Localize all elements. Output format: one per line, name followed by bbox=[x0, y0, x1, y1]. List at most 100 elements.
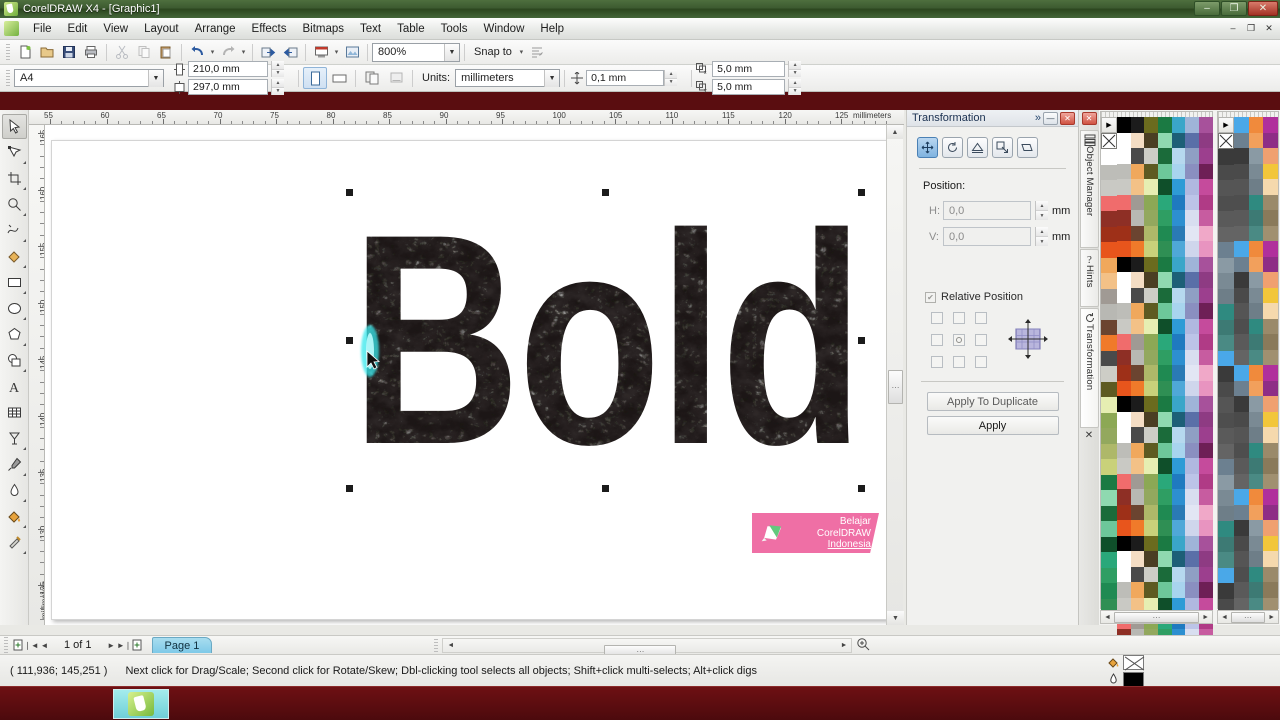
outline-tool[interactable] bbox=[2, 478, 27, 503]
crop-tool-flyout-icon[interactable] bbox=[22, 187, 26, 190]
color-swatch[interactable] bbox=[1158, 349, 1172, 365]
scale-mirror-mode-button[interactable] bbox=[967, 137, 988, 158]
color-swatch[interactable] bbox=[1234, 489, 1249, 505]
color-swatch[interactable] bbox=[1144, 411, 1159, 427]
docker-close-button[interactable]: ✕ bbox=[1060, 111, 1075, 125]
color-swatch[interactable] bbox=[1144, 334, 1159, 350]
color-swatch[interactable] bbox=[1234, 287, 1249, 303]
first-page-button[interactable]: ❘◄ bbox=[24, 638, 39, 653]
color-swatch[interactable] bbox=[1144, 489, 1159, 505]
anchor-bottom-center[interactable] bbox=[953, 356, 965, 368]
color-swatch[interactable] bbox=[1248, 349, 1264, 365]
color-swatch[interactable] bbox=[1199, 365, 1213, 381]
color-swatch[interactable] bbox=[1130, 380, 1145, 396]
color-swatch[interactable] bbox=[1263, 504, 1278, 520]
color-swatch[interactable] bbox=[1248, 582, 1264, 598]
color-swatch[interactable] bbox=[1199, 504, 1213, 520]
color-swatch[interactable] bbox=[1248, 117, 1264, 133]
color-swatch[interactable] bbox=[1101, 242, 1117, 258]
color-swatch[interactable] bbox=[1199, 396, 1213, 412]
color-swatch[interactable] bbox=[1130, 256, 1145, 272]
color-swatch[interactable] bbox=[1218, 552, 1234, 568]
color-swatch[interactable] bbox=[1101, 257, 1117, 273]
color-swatch[interactable] bbox=[1144, 551, 1159, 567]
mdi-minimize-button[interactable]: – bbox=[1225, 21, 1241, 35]
handle-sw[interactable] bbox=[346, 485, 353, 492]
color-swatch[interactable] bbox=[1199, 380, 1213, 396]
color-swatch[interactable] bbox=[1117, 504, 1131, 520]
color-swatch[interactable] bbox=[1263, 473, 1278, 489]
color-swatch[interactable] bbox=[1130, 132, 1145, 148]
color-swatch[interactable] bbox=[1158, 396, 1172, 412]
color-swatch[interactable] bbox=[1185, 132, 1200, 148]
undo-dropdown-icon[interactable]: ▾ bbox=[208, 42, 217, 63]
units-combo[interactable]: millimeters ▼ bbox=[455, 69, 561, 87]
color-swatch[interactable] bbox=[1185, 287, 1200, 303]
color-swatch[interactable] bbox=[1158, 287, 1172, 303]
duplicate-y-spinner[interactable]: ▲ ▼ bbox=[788, 79, 802, 95]
color-swatch[interactable] bbox=[1263, 396, 1278, 412]
color-swatch[interactable] bbox=[1101, 490, 1117, 506]
color-swatch[interactable] bbox=[1171, 303, 1186, 319]
color-swatch[interactable] bbox=[1263, 163, 1278, 179]
color-palette-primary[interactable]: ▶ bbox=[1100, 111, 1213, 675]
color-swatch[interactable] bbox=[1130, 225, 1145, 241]
color-swatch[interactable] bbox=[1234, 256, 1249, 272]
open-document-icon[interactable] bbox=[36, 42, 58, 63]
fill-tool[interactable] bbox=[2, 504, 27, 529]
color-swatch[interactable] bbox=[1158, 473, 1172, 489]
taskbar-item-coreldraw[interactable] bbox=[113, 689, 169, 719]
smart-fill-tool-flyout-icon[interactable] bbox=[22, 265, 26, 268]
color-swatch[interactable] bbox=[1248, 256, 1264, 272]
color-swatch[interactable] bbox=[1171, 535, 1186, 551]
color-swatch[interactable] bbox=[1101, 180, 1117, 196]
color-swatch[interactable] bbox=[1199, 318, 1213, 334]
color-swatch[interactable] bbox=[1218, 180, 1234, 196]
color-swatch[interactable] bbox=[1199, 442, 1213, 458]
paste-icon[interactable] bbox=[155, 42, 177, 63]
color-swatch[interactable] bbox=[1158, 504, 1172, 520]
rotate-mode-button[interactable] bbox=[942, 137, 963, 158]
relative-position-checkbox[interactable]: ✔ bbox=[925, 291, 936, 303]
color-swatch[interactable] bbox=[1117, 148, 1131, 164]
color-swatch[interactable] bbox=[1263, 303, 1278, 319]
color-swatch[interactable] bbox=[1101, 474, 1117, 490]
color-swatch[interactable] bbox=[1248, 473, 1264, 489]
handle-n[interactable] bbox=[602, 189, 609, 196]
color-swatch[interactable] bbox=[1263, 225, 1278, 241]
color-swatch[interactable] bbox=[1130, 179, 1145, 195]
color-swatch[interactable] bbox=[1144, 535, 1159, 551]
color-swatch[interactable] bbox=[1185, 473, 1200, 489]
new-document-icon[interactable] bbox=[14, 42, 36, 63]
color-swatch[interactable] bbox=[1248, 489, 1264, 505]
color-swatch[interactable] bbox=[1171, 194, 1186, 210]
color-swatch[interactable] bbox=[1130, 194, 1145, 210]
color-swatch[interactable] bbox=[1185, 442, 1200, 458]
color-swatch[interactable] bbox=[1218, 164, 1234, 180]
color-swatch[interactable] bbox=[1144, 520, 1159, 536]
color-swatch[interactable] bbox=[1263, 489, 1278, 505]
crop-tool[interactable] bbox=[2, 166, 27, 191]
color-swatch[interactable] bbox=[1185, 179, 1200, 195]
color-swatch[interactable] bbox=[1199, 411, 1213, 427]
skew-mode-button[interactable] bbox=[1017, 137, 1038, 158]
canvas-horizontal-scrollbar[interactable]: ◄ ⋯ ► bbox=[442, 637, 853, 657]
color-swatch[interactable] bbox=[1199, 194, 1213, 210]
color-swatch[interactable] bbox=[1171, 210, 1186, 226]
color-swatch[interactable] bbox=[1185, 411, 1200, 427]
color-swatch[interactable] bbox=[1185, 349, 1200, 365]
zoom-level-combo[interactable]: 800% ▼ bbox=[372, 42, 460, 62]
docker-tab-object-manager[interactable]: Object Manager bbox=[1080, 130, 1099, 248]
color-swatch[interactable] bbox=[1101, 211, 1117, 227]
color-swatch[interactable] bbox=[1248, 287, 1264, 303]
duplicate-y-field[interactable]: 5,0 mm bbox=[712, 79, 786, 95]
options-icon[interactable] bbox=[526, 42, 548, 63]
color-swatch[interactable] bbox=[1158, 334, 1172, 350]
color-swatch[interactable] bbox=[1171, 489, 1186, 505]
palette-scroll-left-icon[interactable]: ◄ bbox=[1101, 614, 1114, 621]
palette-menu-icon-secondary[interactable]: ▶ bbox=[1218, 117, 1234, 133]
color-swatch[interactable] bbox=[1199, 132, 1213, 148]
toolbar-grip[interactable] bbox=[6, 43, 10, 61]
color-swatch[interactable] bbox=[1185, 489, 1200, 505]
color-swatch[interactable] bbox=[1234, 551, 1249, 567]
